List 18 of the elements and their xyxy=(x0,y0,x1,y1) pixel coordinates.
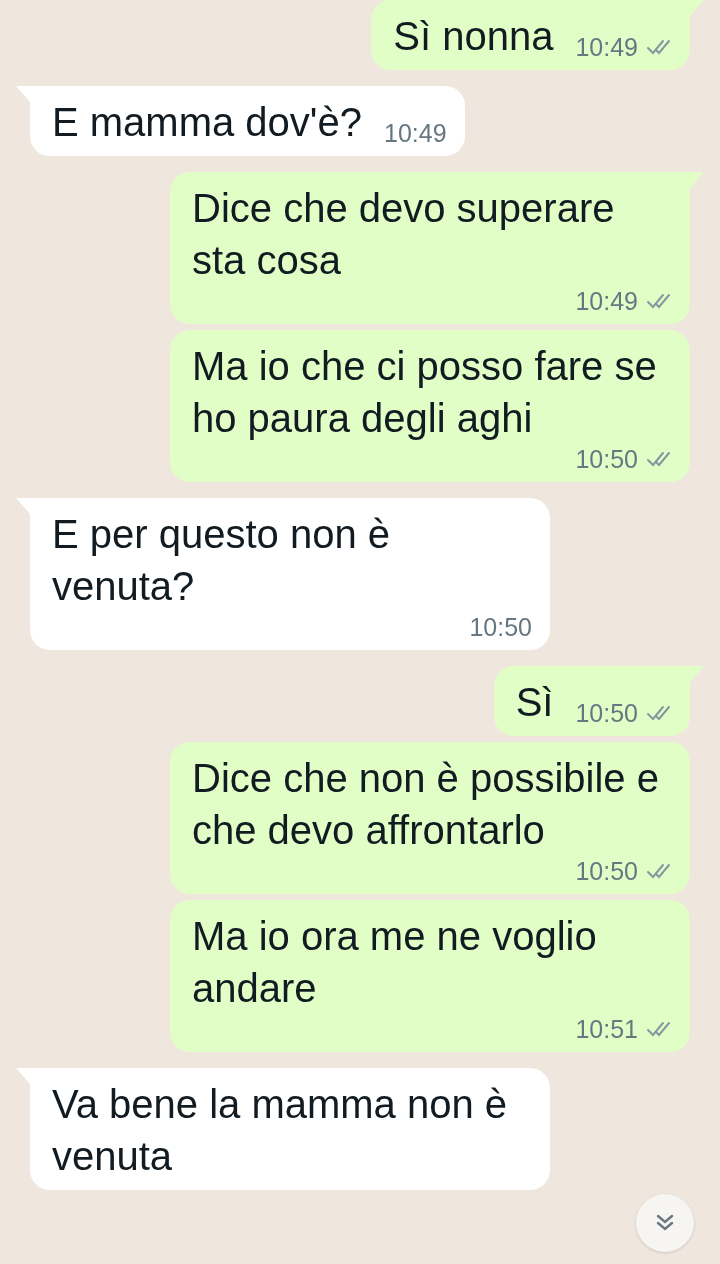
message-text: Sì xyxy=(515,679,554,726)
message-time: 10:50 xyxy=(575,698,638,728)
message-text: Ma io che ci posso fare se ho paura degli aghi xyxy=(192,343,658,442)
message-text: Dice che devo superare sta cosa xyxy=(192,185,616,284)
message-time: 10:49 xyxy=(575,286,638,316)
message-time: 10:50 xyxy=(575,856,638,886)
message-time: 10:51 xyxy=(575,1014,638,1044)
message-text: Va bene la mamma non è venuta xyxy=(52,1081,509,1180)
message-text: E per questo non è venuta? xyxy=(52,511,392,610)
message-time: 10:50 xyxy=(575,444,638,474)
message-time: 10:50 xyxy=(469,612,532,642)
message-text: Ma io ora me ne voglio andare xyxy=(192,913,598,1012)
message-text: Sì nonna xyxy=(393,13,554,60)
message-text: E mamma dov'è? xyxy=(52,99,362,146)
message-time: 10:49 xyxy=(384,118,447,148)
scroll-down-button[interactable] xyxy=(636,1194,694,1252)
message-time: 10:49 xyxy=(575,32,638,62)
message-text: Dice che non è possibile e che devo affrontarlo xyxy=(192,755,660,854)
